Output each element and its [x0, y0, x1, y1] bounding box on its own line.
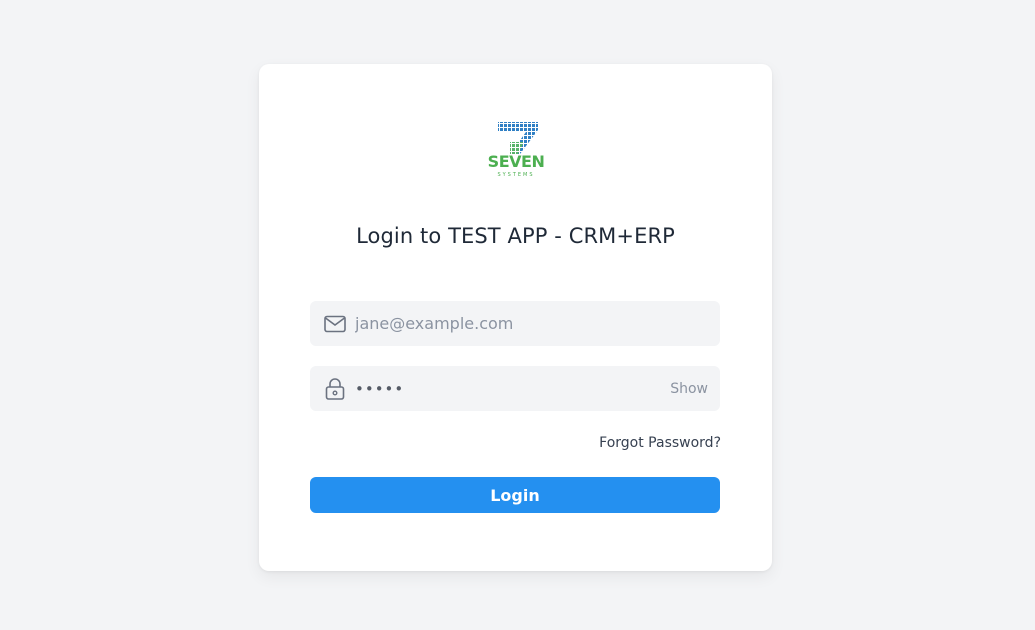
seven-systems-logo: SEVEN SYSTEMS — [480, 120, 552, 180]
email-field-container[interactable] — [310, 301, 720, 346]
mail-icon — [323, 312, 347, 336]
password-field-container[interactable]: Show — [310, 366, 720, 411]
show-password-toggle[interactable]: Show — [670, 381, 708, 397]
forgot-password-link[interactable]: Forgot Password? — [599, 435, 721, 451]
email-input[interactable] — [355, 301, 720, 346]
login-button[interactable]: Login — [310, 477, 720, 513]
page-title: Login to TEST APP - CRM+ERP — [356, 224, 675, 248]
lock-icon — [323, 377, 347, 401]
svg-text:SYSTEMS: SYSTEMS — [497, 172, 534, 178]
password-input[interactable] — [355, 366, 671, 411]
svg-text:SEVEN: SEVEN — [488, 152, 545, 171]
login-card: SEVEN SYSTEMS Login to TEST APP - CRM+ER… — [259, 64, 772, 571]
